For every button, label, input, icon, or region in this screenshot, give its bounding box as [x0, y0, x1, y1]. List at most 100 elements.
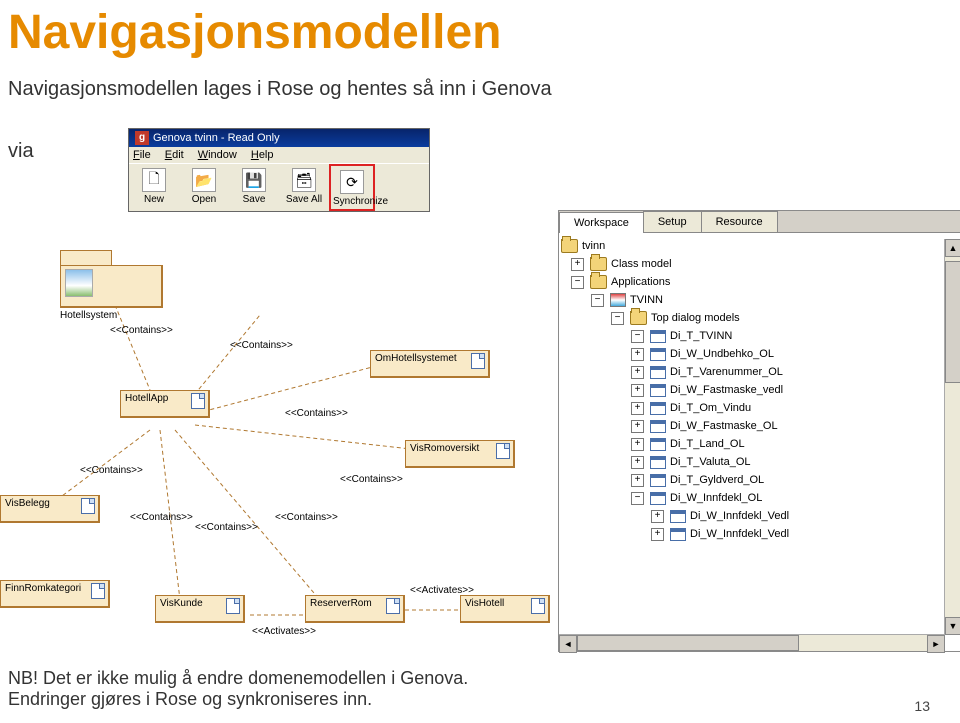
tree-item-label: Di_T_Valuta_OL — [670, 453, 751, 471]
tab-resource[interactable]: Resource — [701, 211, 778, 232]
collapse-icon[interactable]: − — [631, 330, 644, 343]
tab-workspace[interactable]: Workspace — [559, 212, 644, 233]
edge-label: <<Activates>> — [410, 585, 474, 596]
via-label: via — [8, 140, 34, 163]
tree-item[interactable]: +Di_T_Varenummer_OL — [561, 363, 959, 381]
tree-item[interactable]: + Di_W_Undbehko_OL — [561, 345, 959, 363]
dialog-icon — [650, 420, 666, 433]
scroll-down-button[interactable]: ▼ — [945, 617, 960, 635]
save-button[interactable]: 💾 Save — [229, 164, 279, 211]
tab-setup[interactable]: Setup — [643, 211, 702, 232]
menu-edit[interactable]: Edit — [165, 149, 184, 161]
tree-item[interactable]: + Di_W_Innfdekl_Vedl — [561, 525, 959, 543]
tree-item-label: Di_W_Innfdekl_OL — [670, 489, 762, 507]
edge-label: <<Contains>> — [195, 522, 258, 533]
horizontal-scrollbar[interactable]: ◄ ► — [559, 634, 945, 651]
page-title: Navigasjonsmodellen — [8, 5, 501, 60]
menu-file[interactable]: File — [133, 149, 151, 161]
footnote-line1: NB! Det er ikke mulig å endre domenemode… — [8, 668, 468, 688]
uml-diagram: Hotellsystem HotellApp OmHotellsystemet … — [0, 250, 560, 650]
tree-topdialog[interactable]: − Top dialog models — [561, 309, 959, 327]
tree-item-label: Di_W_Fastmaske_vedl — [670, 381, 783, 399]
node-visbelegg-label: VisBelegg — [5, 498, 50, 509]
collapse-icon[interactable]: − — [631, 492, 644, 505]
tree-item-label: Di_W_Undbehko_OL — [670, 345, 774, 363]
edge-label: <<Contains>> — [275, 512, 338, 523]
tree-item[interactable]: +Di_T_Land_OL — [561, 435, 959, 453]
menu-window[interactable]: Window — [198, 149, 237, 161]
sync-label: Synchronize — [333, 196, 388, 207]
expand-icon[interactable]: + — [631, 348, 644, 361]
tree-root[interactable]: tvinn — [561, 237, 959, 255]
doc-icon — [91, 583, 105, 599]
scroll-up-button[interactable]: ▲ — [945, 239, 960, 257]
folder-icon — [590, 257, 607, 271]
page-number: 13 — [914, 698, 930, 714]
expand-icon[interactable]: + — [651, 528, 664, 541]
tree-item[interactable]: + Di_T_Gyldverd_OL — [561, 471, 959, 489]
tree-applications-label: Applications — [611, 273, 670, 291]
tree-item[interactable]: − Di_W_Innfdekl_OL — [561, 489, 959, 507]
package-image-icon — [65, 269, 93, 297]
edge-label: <<Activates>> — [252, 626, 316, 637]
node-visromoversikt-label: VisRomoversikt — [410, 443, 479, 454]
tree-item[interactable]: + Di_W_Innfdekl_Vedl — [561, 507, 959, 525]
doc-icon — [496, 443, 510, 459]
tree-view[interactable]: tvinn + Class model − Applications − TVI… — [559, 233, 960, 547]
expand-icon[interactable]: + — [631, 420, 644, 433]
open-label: Open — [192, 194, 216, 205]
tree-panel: Workspace Setup Resource tvinn + Class m… — [558, 210, 960, 652]
save-label: Save — [243, 194, 266, 205]
edge-label: <<Contains>> — [285, 408, 348, 419]
tree-item[interactable]: +Di_W_Fastmaske_OL — [561, 417, 959, 435]
tree-item-label: Di_T_Gyldverd_OL — [670, 471, 764, 489]
sync-icon: ⟳ — [340, 170, 364, 194]
new-button[interactable]: 🗋 New — [129, 164, 179, 211]
open-button[interactable]: 📂 Open — [179, 164, 229, 211]
tree-item[interactable]: −Di_T_TVINN — [561, 327, 959, 345]
new-label: New — [144, 194, 164, 205]
tree-item[interactable]: + Di_T_Valuta_OL — [561, 453, 959, 471]
dialog-icon — [650, 384, 666, 397]
scroll-right-button[interactable]: ► — [927, 635, 945, 653]
folder-icon — [590, 275, 607, 289]
tree-item[interactable]: +Di_T_Om_Vindu — [561, 399, 959, 417]
synchronize-button[interactable]: ⟳ Synchronize — [329, 164, 375, 211]
tree-tabs: Workspace Setup Resource — [559, 211, 960, 233]
footnote-line2: Endringer gjøres i Rose og synkroniseres… — [8, 689, 372, 709]
expand-icon[interactable]: + — [571, 258, 584, 271]
vertical-scrollbar[interactable]: ▲ ▼ — [944, 239, 960, 635]
expand-icon[interactable]: + — [651, 510, 664, 523]
doc-icon — [81, 498, 95, 514]
scroll-left-button[interactable]: ◄ — [559, 635, 577, 653]
dialog-icon — [650, 366, 666, 379]
collapse-icon[interactable]: − — [571, 276, 584, 289]
expand-icon[interactable]: + — [631, 438, 644, 451]
node-reserverrom-label: ReserverRom — [310, 598, 372, 609]
tree-item-label: Di_W_Innfdekl_Vedl — [690, 507, 789, 525]
tree-item-label: Di_W_Innfdekl_Vedl — [690, 525, 789, 543]
dialog-icon — [650, 438, 666, 451]
window-titlebar: g Genova tvinn - Read Only — [129, 129, 429, 147]
tree-item[interactable]: + Di_W_Fastmaske_vedl — [561, 381, 959, 399]
dialog-icon — [650, 330, 666, 343]
expand-icon[interactable]: + — [631, 456, 644, 469]
collapse-icon[interactable]: − — [611, 312, 624, 325]
doc-icon — [191, 393, 205, 409]
scroll-thumb-h[interactable] — [577, 635, 799, 651]
collapse-icon[interactable]: − — [591, 294, 604, 307]
expand-icon[interactable]: + — [631, 402, 644, 415]
tree-tvinnapp[interactable]: − TVINN — [561, 291, 959, 309]
tree-classmodel[interactable]: + Class model — [561, 255, 959, 273]
tree-root-label: tvinn — [582, 237, 605, 255]
dialog-icon — [650, 456, 666, 469]
expand-icon[interactable]: + — [631, 384, 644, 397]
dialog-icon — [670, 510, 686, 523]
expand-icon[interactable]: + — [631, 474, 644, 487]
expand-icon[interactable]: + — [631, 366, 644, 379]
scroll-thumb[interactable] — [945, 261, 960, 383]
saveall-button[interactable]: 🗃 Save All — [279, 164, 329, 211]
menu-help[interactable]: Help — [251, 149, 274, 161]
tree-applications[interactable]: − Applications — [561, 273, 959, 291]
node-viskunde-label: VisKunde — [160, 598, 203, 609]
